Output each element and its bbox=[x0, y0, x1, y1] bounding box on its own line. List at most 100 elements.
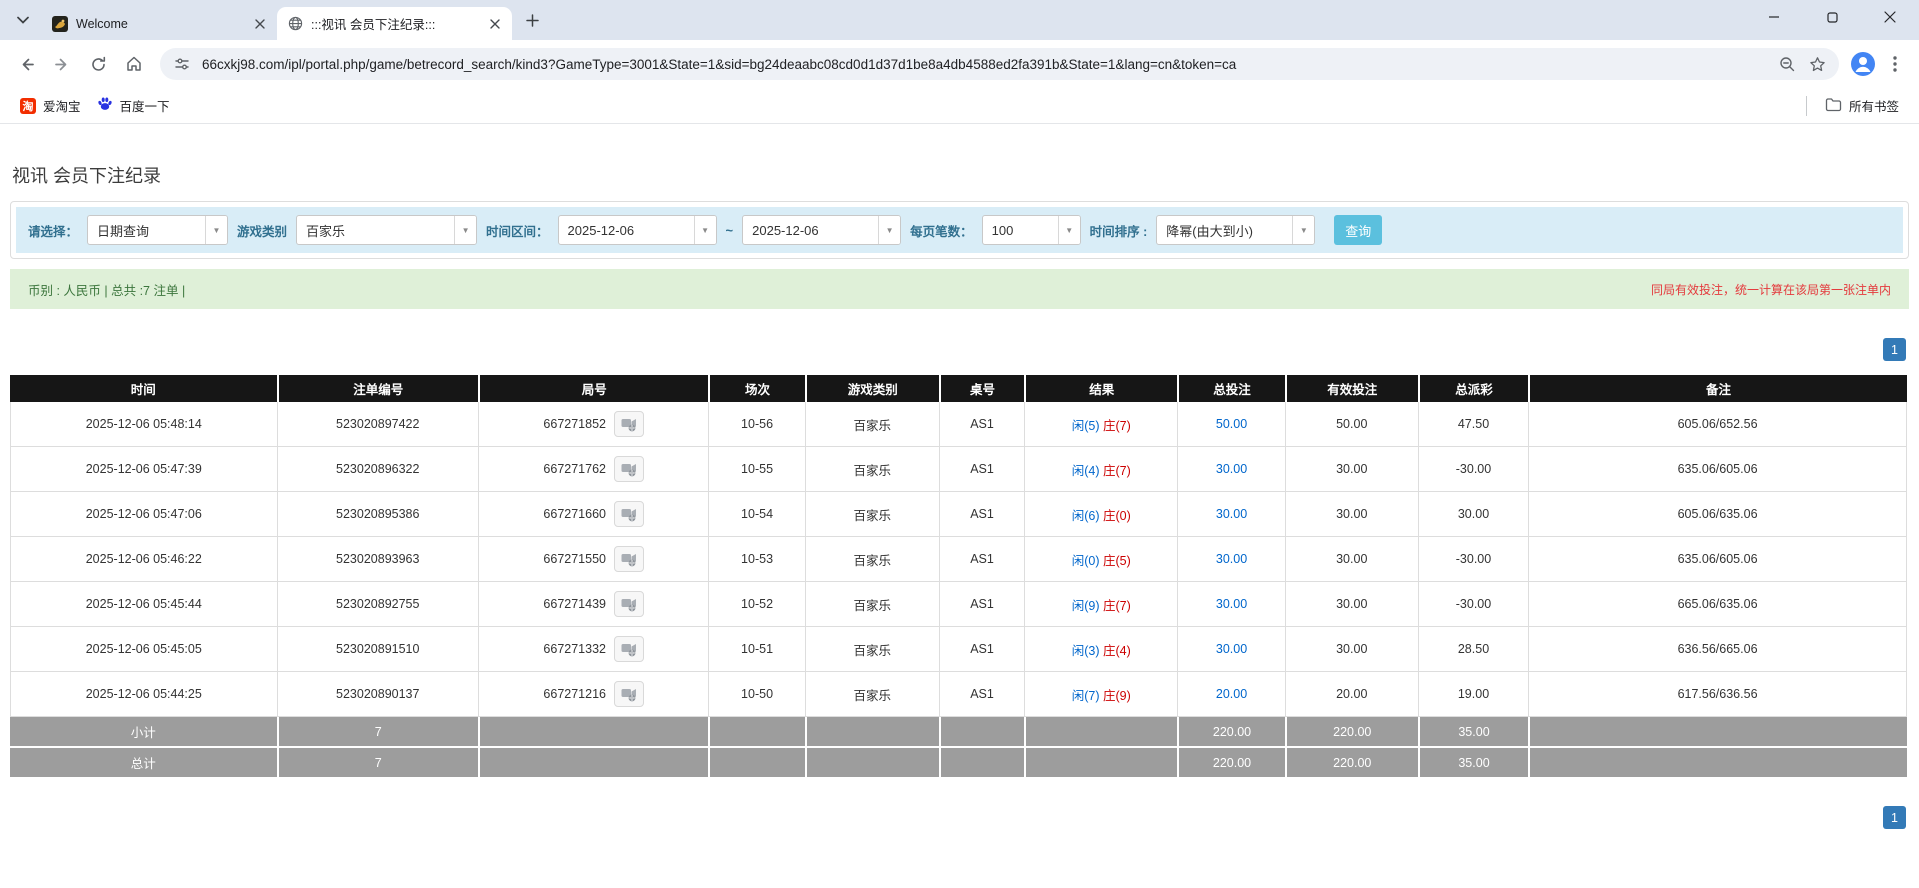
search-button[interactable]: 查询 bbox=[1334, 215, 1383, 245]
result-cell: 闲(3) 庄(4) bbox=[1024, 627, 1178, 672]
page-1-button[interactable]: 1 bbox=[1883, 338, 1906, 361]
total-bet-cell[interactable]: 30.00 bbox=[1177, 537, 1285, 582]
result-cell: 闲(9) 庄(7) bbox=[1024, 582, 1178, 627]
total-bet-link[interactable]: 20.00 bbox=[1216, 687, 1247, 701]
round-cell: 667271332 bbox=[477, 627, 709, 672]
tab-close-icon[interactable] bbox=[251, 15, 269, 33]
result-cell: 闲(0) 庄(5) bbox=[1024, 537, 1178, 582]
banker-result: 庄(7) bbox=[1102, 598, 1131, 613]
valid-bet-cell: 30.00 bbox=[1284, 537, 1418, 582]
total-label-cell: 总计 bbox=[10, 748, 277, 779]
remark-cell: 635.06/605.06 bbox=[1528, 537, 1907, 582]
browser-menu-icon[interactable] bbox=[1881, 50, 1909, 78]
table-no-cell: AS1 bbox=[938, 447, 1025, 492]
pagination-top: 1 bbox=[10, 338, 1906, 361]
time-sort-value: 降幂(由大到小) bbox=[1166, 223, 1253, 239]
total-bet-link[interactable]: 30.00 bbox=[1216, 462, 1247, 476]
bet-table-body: 2025-12-06 05:48:14 523020897422 667271852… bbox=[10, 402, 1907, 779]
total-bet-cell[interactable]: 50.00 bbox=[1177, 402, 1285, 447]
remark-cell: 605.06/652.56 bbox=[1528, 402, 1907, 447]
banker-result: 庄(0) bbox=[1102, 508, 1131, 523]
tab-close-icon[interactable] bbox=[486, 15, 504, 33]
filter-panel: 请选择： 日期查询 ▼ 游戏类别 百家乐 ▼ 时间区间： 2025-12-06 … bbox=[10, 201, 1909, 259]
all-bookmarks-button[interactable]: 所有书签 bbox=[1817, 92, 1907, 119]
video-replay-icon[interactable] bbox=[614, 501, 644, 527]
total-bet-cell[interactable]: 30.00 bbox=[1177, 627, 1285, 672]
bookmark-baidu[interactable]: 百度一下 bbox=[89, 92, 178, 119]
game-type-cell: 百家乐 bbox=[804, 537, 939, 582]
tab-welcome[interactable]: Welcome bbox=[42, 7, 277, 40]
chevron-down-icon[interactable]: ▼ bbox=[693, 216, 716, 244]
window-maximize-button[interactable] bbox=[1803, 0, 1861, 34]
profile-avatar[interactable] bbox=[1849, 50, 1877, 78]
url-text[interactable]: 66cxkj98.com/ipl/portal.php/game/betreco… bbox=[202, 57, 1767, 72]
video-replay-icon[interactable] bbox=[614, 591, 644, 617]
payout-cell: 30.00 bbox=[1417, 492, 1529, 537]
result-cell: 闲(4) 庄(7) bbox=[1024, 447, 1178, 492]
home-icon[interactable] bbox=[118, 48, 150, 80]
table-no-cell: AS1 bbox=[938, 582, 1025, 627]
tab-search-chevron-icon[interactable] bbox=[8, 5, 38, 35]
total-label-cell: 小计 bbox=[10, 717, 277, 748]
round-cell bbox=[477, 748, 709, 779]
chevron-down-icon[interactable]: ▼ bbox=[205, 216, 228, 244]
video-replay-icon[interactable] bbox=[614, 636, 644, 662]
forward-icon[interactable] bbox=[46, 48, 78, 80]
baidu-paw-icon bbox=[97, 96, 113, 115]
reload-icon[interactable] bbox=[82, 48, 114, 80]
date-from-select[interactable]: 2025-12-06 ▼ bbox=[557, 215, 717, 245]
player-result: 闲(4) bbox=[1071, 463, 1100, 478]
session-cell: 10-54 bbox=[708, 492, 805, 537]
table-no-cell: AS1 bbox=[938, 402, 1025, 447]
valid-bet-cell: 30.00 bbox=[1284, 627, 1418, 672]
round-cell: 667271216 bbox=[477, 672, 709, 717]
query-type-select[interactable]: 日期查询 ▼ bbox=[87, 215, 229, 245]
player-result: 闲(6) bbox=[1071, 508, 1100, 523]
window-minimize-button[interactable] bbox=[1745, 0, 1803, 34]
video-replay-icon[interactable] bbox=[614, 681, 644, 707]
total-bet-cell: 220.00 bbox=[1177, 748, 1285, 779]
total-bet-link[interactable]: 30.00 bbox=[1216, 597, 1247, 611]
total-bet-link[interactable]: 30.00 bbox=[1216, 552, 1247, 566]
round-id: 667271660 bbox=[543, 507, 606, 521]
table-no-cell: AS1 bbox=[938, 537, 1025, 582]
address-bar[interactable]: 66cxkj98.com/ipl/portal.php/game/betreco… bbox=[160, 48, 1839, 80]
select-type-label: 请选择： bbox=[28, 224, 79, 239]
site-info-icon[interactable] bbox=[172, 54, 192, 74]
total-bet-cell[interactable]: 30.00 bbox=[1177, 492, 1285, 537]
tab-betrecord[interactable]: :::视讯 会员下注纪录::: bbox=[277, 7, 512, 40]
total-bet-link[interactable]: 30.00 bbox=[1216, 507, 1247, 521]
video-replay-icon[interactable] bbox=[614, 456, 644, 482]
table-row: 2025-12-06 05:48:14 523020897422 667271852… bbox=[10, 402, 1907, 447]
back-icon[interactable] bbox=[10, 48, 42, 80]
total-bet-cell[interactable]: 30.00 bbox=[1177, 582, 1285, 627]
session-cell: 10-52 bbox=[708, 582, 805, 627]
page-size-select[interactable]: 100 ▼ bbox=[981, 215, 1081, 245]
bookmark-star-icon[interactable] bbox=[1807, 54, 1827, 74]
page-1-button[interactable]: 1 bbox=[1883, 806, 1906, 829]
bookmark-taobao[interactable]: 淘 爱淘宝 bbox=[12, 92, 89, 119]
total-bet-link[interactable]: 30.00 bbox=[1216, 642, 1247, 656]
chevron-down-icon[interactable]: ▼ bbox=[454, 216, 477, 244]
total-bet-cell[interactable]: 20.00 bbox=[1177, 672, 1285, 717]
zoom-out-icon[interactable] bbox=[1777, 54, 1797, 74]
notice-text: 同局有效投注，统一计算在该局第一张注单内 bbox=[1650, 282, 1891, 297]
video-replay-icon[interactable] bbox=[614, 546, 644, 572]
new-tab-button[interactable] bbox=[518, 6, 546, 34]
table-row: 2025-12-06 05:47:39 523020896322 667271762… bbox=[10, 447, 1907, 492]
video-replay-icon[interactable] bbox=[614, 411, 644, 437]
chevron-down-icon[interactable]: ▼ bbox=[1057, 216, 1080, 244]
time-sort-select[interactable]: 降幂(由大到小) ▼ bbox=[1156, 215, 1316, 245]
date-to-select[interactable]: 2025-12-06 ▼ bbox=[742, 215, 902, 245]
chevron-down-icon[interactable]: ▼ bbox=[1292, 216, 1315, 244]
chevron-down-icon[interactable]: ▼ bbox=[878, 216, 901, 244]
bet-id-cell: 523020895386 bbox=[276, 492, 478, 537]
window-close-button[interactable] bbox=[1861, 0, 1919, 34]
remark-cell bbox=[1528, 717, 1907, 748]
table-no-cell: AS1 bbox=[938, 627, 1025, 672]
welcome-tab-favicon bbox=[52, 15, 68, 32]
game-type-select[interactable]: 百家乐 ▼ bbox=[296, 215, 478, 245]
total-bet-link[interactable]: 50.00 bbox=[1216, 417, 1247, 431]
browser-toolbar: 66cxkj98.com/ipl/portal.php/game/betreco… bbox=[0, 40, 1919, 88]
total-bet-cell[interactable]: 30.00 bbox=[1177, 447, 1285, 492]
